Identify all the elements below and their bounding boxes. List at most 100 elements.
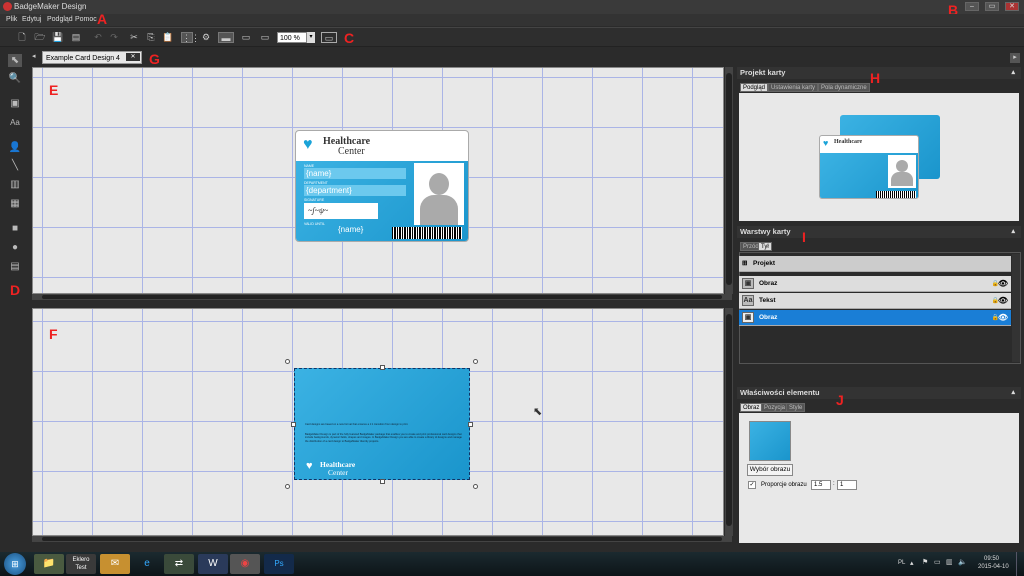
tray-arrow-icon[interactable]: ▴ [910, 559, 914, 567]
annotation-i: I [802, 229, 806, 245]
aspect-width-input[interactable]: 1.5 [811, 480, 831, 490]
image-icon: ▣ [742, 278, 754, 289]
rotate-handle[interactable] [473, 359, 478, 364]
preview-barcode [876, 191, 916, 198]
layer-group-label: Projekt [753, 260, 776, 267]
menu-view[interactable]: Podgląd [47, 16, 73, 23]
tab-style-props[interactable]: Style [786, 403, 806, 412]
open-icon[interactable]: 🗁 [34, 32, 46, 43]
undo-icon[interactable]: ↶ [92, 32, 104, 43]
title-bar: BadgeMaker Design – ▭ ✕ [0, 0, 1024, 14]
save-icon[interactable]: 💾 [52, 32, 64, 43]
maximize-button[interactable]: ▭ [985, 2, 999, 11]
line-tool-icon[interactable]: ╲ [8, 159, 22, 172]
paste-icon[interactable]: 📋 [162, 32, 174, 43]
tab-card-settings[interactable]: Ustawienia karty [768, 83, 819, 92]
menu-help[interactable]: Pomoc [75, 16, 97, 23]
signature-tool-icon[interactable]: ▤ [8, 260, 22, 273]
layers-scrollbar[interactable] [1012, 254, 1020, 362]
text-tool-icon[interactable]: Aa [8, 116, 22, 129]
tray-volume-icon[interactable]: 🔈 [958, 558, 967, 566]
properties-panel-title: Właściwości elementu [740, 388, 820, 397]
chrome-icon[interactable]: ◉ [230, 554, 260, 574]
resize-handle[interactable] [291, 422, 296, 427]
view-front-icon[interactable]: ▭ [238, 32, 254, 43]
zoom-tool-icon[interactable]: 🔍 [8, 72, 22, 85]
properties-content: Wybór obrazu ✓ Proporcje obrazu 1.5 : 1 [739, 413, 1019, 543]
front-horizontal-scrollbar[interactable] [32, 294, 732, 300]
tab-image-props[interactable]: Obraz [740, 403, 763, 412]
grid-toggle-icon[interactable]: ⋮⋮ [181, 32, 200, 43]
settings-gear-icon[interactable]: ⚙ [200, 32, 212, 43]
tab-position-props[interactable]: Pozycja [761, 403, 789, 412]
front-vertical-scrollbar[interactable] [725, 67, 733, 294]
layer-group-project[interactable]: ⊞ Projekt [739, 256, 1011, 272]
barcode-tool-icon[interactable]: ▥ [8, 178, 22, 191]
save-all-icon[interactable]: ▤ [70, 32, 82, 43]
tab-back-side[interactable]: Tył [758, 242, 772, 251]
back-horizontal-scrollbar[interactable] [32, 536, 732, 542]
close-window-button[interactable]: ✕ [1005, 2, 1019, 11]
aspect-height-input[interactable]: 1 [837, 480, 857, 490]
redo-icon[interactable]: ↷ [108, 32, 120, 43]
rotate-handle[interactable] [285, 484, 290, 489]
copy-icon[interactable]: ⎘ [145, 32, 157, 43]
app-logo-icon [3, 2, 12, 11]
layer-item[interactable]: ▣ Obraz 🔒 👁 [739, 276, 1011, 292]
magstripe-tool-icon[interactable]: ▦ [8, 197, 22, 210]
photo-tool-icon[interactable]: 👤 [8, 141, 22, 154]
eklero-test-icon[interactable]: Eklero Test [66, 554, 96, 574]
explorer-icon[interactable]: 📁 [34, 554, 64, 574]
tray-battery-icon[interactable]: ▭ [934, 558, 941, 566]
zoom-dropdown-icon[interactable]: ▾ [307, 32, 315, 43]
menu-edit[interactable]: Edytuj [22, 16, 41, 23]
resize-handle[interactable] [380, 479, 385, 484]
tab-dynamic-fields[interactable]: Pola dynamiczne [818, 83, 870, 92]
zoom-field[interactable]: 100 % [277, 32, 307, 43]
cut-icon[interactable]: ✂ [128, 32, 140, 43]
tab-scroll-left-icon[interactable]: ◂ [32, 52, 36, 60]
select-tool-icon[interactable]: ⬉ [8, 54, 22, 67]
eye-icon[interactable]: 👁 [998, 276, 1008, 292]
rotate-handle[interactable] [473, 484, 478, 489]
outlook-icon[interactable]: ✉ [100, 554, 130, 574]
tray-network-icon[interactable]: ▥ [946, 558, 953, 566]
network-icon[interactable]: ⇄ [164, 554, 194, 574]
layer-item[interactable]: Aa Tekst 🔒 👁 [739, 293, 1011, 309]
resize-handle[interactable] [468, 422, 473, 427]
layer-item-label: Obraz [759, 314, 778, 321]
aspect-checkbox[interactable]: ✓ [748, 481, 756, 489]
language-indicator[interactable]: PL [898, 560, 905, 566]
close-tab-button[interactable]: ✕ [126, 53, 140, 61]
tray-flag-icon[interactable]: ⚑ [922, 558, 928, 566]
front-card[interactable]: ♥ Healthcare Center NAME {name} DEPARTME… [295, 130, 469, 242]
back-card[interactable]: Card designs are based on a new format t… [294, 368, 470, 480]
clock-time[interactable]: 09:50 [984, 556, 999, 562]
menu-bar: Plik Edytuj Podgląd Pomoc [0, 14, 1024, 26]
ie-icon[interactable]: e [132, 554, 162, 574]
new-icon[interactable]: 🗋 [16, 32, 28, 43]
eye-icon[interactable]: 👁 [998, 293, 1008, 309]
card-size-icon[interactable]: ▭ [321, 32, 337, 43]
choose-image-button[interactable]: Wybór obrazu [747, 464, 793, 476]
resize-handle[interactable] [380, 365, 385, 370]
ellipse-tool-icon[interactable]: ● [8, 241, 22, 254]
tab-scroll-right-icon[interactable]: ▸ [1010, 53, 1020, 63]
tab-preview[interactable]: Podgląd [740, 83, 769, 92]
eye-icon[interactable]: 👁 [998, 310, 1008, 326]
bottom-name-field: {name} [338, 225, 364, 234]
image-tool-icon[interactable]: ▣ [8, 97, 22, 110]
view-front-back-icon[interactable]: ▬ [218, 32, 234, 43]
rotate-handle[interactable] [285, 359, 290, 364]
back-vertical-scrollbar[interactable] [725, 308, 733, 536]
word-icon[interactable]: W [198, 554, 228, 574]
photoshop-icon[interactable]: Ps [264, 554, 294, 574]
view-back-icon[interactable]: ▭ [257, 32, 273, 43]
start-icon[interactable]: ⊞ [4, 553, 26, 575]
menu-file[interactable]: Plik [6, 16, 17, 23]
minimize-button[interactable]: – [965, 2, 979, 11]
show-desktop-button[interactable] [1016, 552, 1024, 576]
layer-item-selected[interactable]: ▣ Obraz 🔒 👁 [739, 310, 1011, 326]
clock-date[interactable]: 2015-04-10 [978, 564, 1009, 570]
rectangle-tool-icon[interactable]: ■ [8, 222, 22, 235]
